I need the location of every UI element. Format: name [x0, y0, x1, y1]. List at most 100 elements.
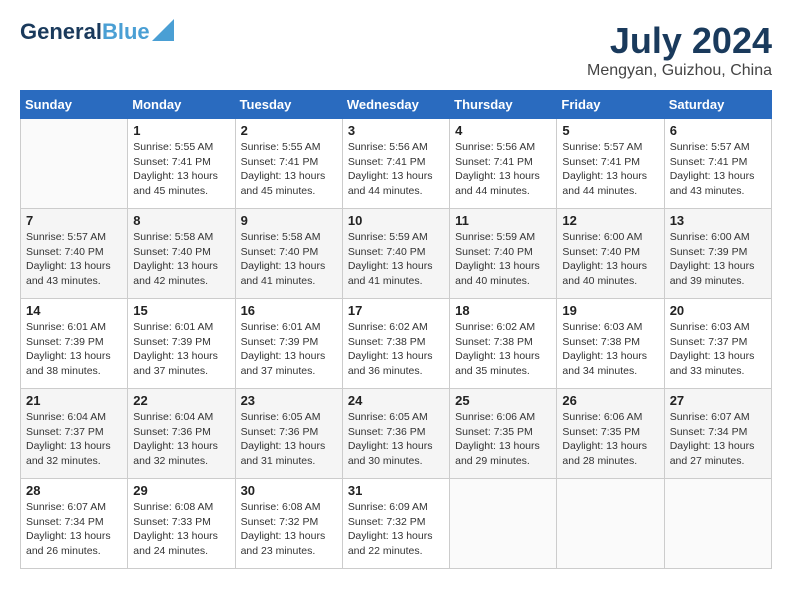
- day-info: Sunrise: 6:08 AM Sunset: 7:32 PM Dayligh…: [241, 500, 337, 559]
- day-info: Sunrise: 5:56 AM Sunset: 7:41 PM Dayligh…: [348, 140, 444, 199]
- day-number: 3: [348, 123, 444, 138]
- day-number: 13: [670, 213, 766, 228]
- day-number: 19: [562, 303, 658, 318]
- day-number: 23: [241, 393, 337, 408]
- weekday-header-friday: Friday: [557, 91, 664, 119]
- day-number: 27: [670, 393, 766, 408]
- calendar-cell: [21, 119, 128, 209]
- calendar-week-1: 1 Sunrise: 5:55 AM Sunset: 7:41 PM Daylig…: [21, 119, 772, 209]
- day-info: Sunrise: 6:01 AM Sunset: 7:39 PM Dayligh…: [241, 320, 337, 379]
- day-number: 28: [26, 483, 122, 498]
- calendar-cell: 7Sunrise: 5:57 AM Sunset: 7:40 PM Daylig…: [21, 209, 128, 299]
- calendar-header: SundayMondayTuesdayWednesdayThursdayFrid…: [21, 91, 772, 119]
- calendar-cell: 14Sunrise: 6:01 AM Sunset: 7:39 PM Dayli…: [21, 299, 128, 389]
- calendar-cell: 13 Sunrise: 6:00 AM Sunset: 7:39 PM Dayli…: [664, 209, 771, 299]
- calendar-cell: 6 Sunrise: 5:57 AM Sunset: 7:41 PM Daylig…: [664, 119, 771, 209]
- logo-text: GeneralBlue: [20, 20, 150, 44]
- calendar-cell: 19 Sunrise: 6:03 AM Sunset: 7:38 PM Dayli…: [557, 299, 664, 389]
- month-title: July 2024: [587, 20, 772, 62]
- calendar-cell: 18 Sunrise: 6:02 AM Sunset: 7:38 PM Dayli…: [450, 299, 557, 389]
- day-number: 10: [348, 213, 444, 228]
- day-number: 7: [26, 213, 122, 228]
- weekday-header-thursday: Thursday: [450, 91, 557, 119]
- day-number: 21: [26, 393, 122, 408]
- weekday-header-sunday: Sunday: [21, 91, 128, 119]
- calendar-cell: 5 Sunrise: 5:57 AM Sunset: 7:41 PM Daylig…: [557, 119, 664, 209]
- weekday-header-saturday: Saturday: [664, 91, 771, 119]
- calendar-cell: 27Sunrise: 6:07 AM Sunset: 7:34 PM Dayli…: [664, 389, 771, 479]
- calendar-cell: 10 Sunrise: 5:59 AM Sunset: 7:40 PM Dayli…: [342, 209, 449, 299]
- page-header: GeneralBlue July 2024 Mengyan, Guizhou, …: [20, 20, 772, 80]
- calendar-cell: 8 Sunrise: 5:58 AM Sunset: 7:40 PM Daylig…: [128, 209, 235, 299]
- day-number: 11: [455, 213, 551, 228]
- day-number: 24: [348, 393, 444, 408]
- day-info: Sunrise: 5:57 AM Sunset: 7:41 PM Dayligh…: [562, 140, 658, 199]
- day-number: 30: [241, 483, 337, 498]
- day-info: Sunrise: 6:04 AM Sunset: 7:37 PM Dayligh…: [26, 410, 122, 469]
- logo-arrow-icon: [152, 19, 174, 41]
- day-number: 1: [133, 123, 229, 138]
- day-info: Sunrise: 5:57 AM Sunset: 7:41 PM Dayligh…: [670, 140, 766, 199]
- calendar-cell: 31Sunrise: 6:09 AM Sunset: 7:32 PM Dayli…: [342, 479, 449, 569]
- day-number: 12: [562, 213, 658, 228]
- day-info: Sunrise: 6:01 AM Sunset: 7:39 PM Dayligh…: [26, 320, 122, 379]
- day-number: 26: [562, 393, 658, 408]
- day-number: 6: [670, 123, 766, 138]
- calendar-cell: 26Sunrise: 6:06 AM Sunset: 7:35 PM Dayli…: [557, 389, 664, 479]
- calendar-cell: 25 Sunrise: 6:06 AM Sunset: 7:35 PM Dayli…: [450, 389, 557, 479]
- day-number: 20: [670, 303, 766, 318]
- day-number: 29: [133, 483, 229, 498]
- calendar-cell: 2Sunrise: 5:55 AM Sunset: 7:41 PM Daylig…: [235, 119, 342, 209]
- calendar-cell: 12 Sunrise: 6:00 AM Sunset: 7:40 PM Dayli…: [557, 209, 664, 299]
- day-number: 22: [133, 393, 229, 408]
- logo: GeneralBlue: [20, 20, 174, 44]
- day-info: Sunrise: 6:02 AM Sunset: 7:38 PM Dayligh…: [348, 320, 444, 379]
- day-number: 18: [455, 303, 551, 318]
- weekday-header-wednesday: Wednesday: [342, 91, 449, 119]
- day-info: Sunrise: 5:59 AM Sunset: 7:40 PM Dayligh…: [348, 230, 444, 289]
- calendar-cell: 15 Sunrise: 6:01 AM Sunset: 7:39 PM Dayli…: [128, 299, 235, 389]
- day-info: Sunrise: 6:03 AM Sunset: 7:38 PM Dayligh…: [562, 320, 658, 379]
- weekday-header-tuesday: Tuesday: [235, 91, 342, 119]
- calendar-cell: 4Sunrise: 5:56 AM Sunset: 7:41 PM Daylig…: [450, 119, 557, 209]
- calendar-cell: 3 Sunrise: 5:56 AM Sunset: 7:41 PM Daylig…: [342, 119, 449, 209]
- day-number: 16: [241, 303, 337, 318]
- calendar-cell: 28 Sunrise: 6:07 AM Sunset: 7:34 PM Dayli…: [21, 479, 128, 569]
- calendar-week-2: 7Sunrise: 5:57 AM Sunset: 7:40 PM Daylig…: [21, 209, 772, 299]
- calendar-cell: [450, 479, 557, 569]
- calendar-cell: [664, 479, 771, 569]
- location: Mengyan, Guizhou, China: [587, 62, 772, 80]
- calendar-cell: 24Sunrise: 6:05 AM Sunset: 7:36 PM Dayli…: [342, 389, 449, 479]
- day-number: 15: [133, 303, 229, 318]
- calendar-cell: 21 Sunrise: 6:04 AM Sunset: 7:37 PM Dayli…: [21, 389, 128, 479]
- day-info: Sunrise: 6:07 AM Sunset: 7:34 PM Dayligh…: [26, 500, 122, 559]
- day-number: 5: [562, 123, 658, 138]
- calendar-cell: 29 Sunrise: 6:08 AM Sunset: 7:33 PM Dayli…: [128, 479, 235, 569]
- day-number: 17: [348, 303, 444, 318]
- day-info: Sunrise: 6:04 AM Sunset: 7:36 PM Dayligh…: [133, 410, 229, 469]
- calendar-cell: 17 Sunrise: 6:02 AM Sunset: 7:38 PM Dayli…: [342, 299, 449, 389]
- calendar-week-4: 21 Sunrise: 6:04 AM Sunset: 7:37 PM Dayli…: [21, 389, 772, 479]
- calendar-cell: 30 Sunrise: 6:08 AM Sunset: 7:32 PM Dayli…: [235, 479, 342, 569]
- day-info: Sunrise: 6:00 AM Sunset: 7:39 PM Dayligh…: [670, 230, 766, 289]
- calendar-table: SundayMondayTuesdayWednesdayThursdayFrid…: [20, 90, 772, 569]
- title-block: July 2024 Mengyan, Guizhou, China: [587, 20, 772, 80]
- day-number: 25: [455, 393, 551, 408]
- day-info: Sunrise: 5:58 AM Sunset: 7:40 PM Dayligh…: [133, 230, 229, 289]
- day-info: Sunrise: 6:00 AM Sunset: 7:40 PM Dayligh…: [562, 230, 658, 289]
- day-number: 31: [348, 483, 444, 498]
- day-info: Sunrise: 6:08 AM Sunset: 7:33 PM Dayligh…: [133, 500, 229, 559]
- day-number: 8: [133, 213, 229, 228]
- day-info: Sunrise: 5:58 AM Sunset: 7:40 PM Dayligh…: [241, 230, 337, 289]
- calendar-cell: 11Sunrise: 5:59 AM Sunset: 7:40 PM Dayli…: [450, 209, 557, 299]
- day-info: Sunrise: 6:01 AM Sunset: 7:39 PM Dayligh…: [133, 320, 229, 379]
- day-info: Sunrise: 6:06 AM Sunset: 7:35 PM Dayligh…: [455, 410, 551, 469]
- calendar-cell: 20 Sunrise: 6:03 AM Sunset: 7:37 PM Dayli…: [664, 299, 771, 389]
- day-info: Sunrise: 5:55 AM Sunset: 7:41 PM Dayligh…: [133, 140, 229, 199]
- day-number: 2: [241, 123, 337, 138]
- calendar-cell: [557, 479, 664, 569]
- calendar-cell: 23Sunrise: 6:05 AM Sunset: 7:36 PM Dayli…: [235, 389, 342, 479]
- day-info: Sunrise: 6:02 AM Sunset: 7:38 PM Dayligh…: [455, 320, 551, 379]
- day-info: Sunrise: 6:03 AM Sunset: 7:37 PM Dayligh…: [670, 320, 766, 379]
- day-number: 4: [455, 123, 551, 138]
